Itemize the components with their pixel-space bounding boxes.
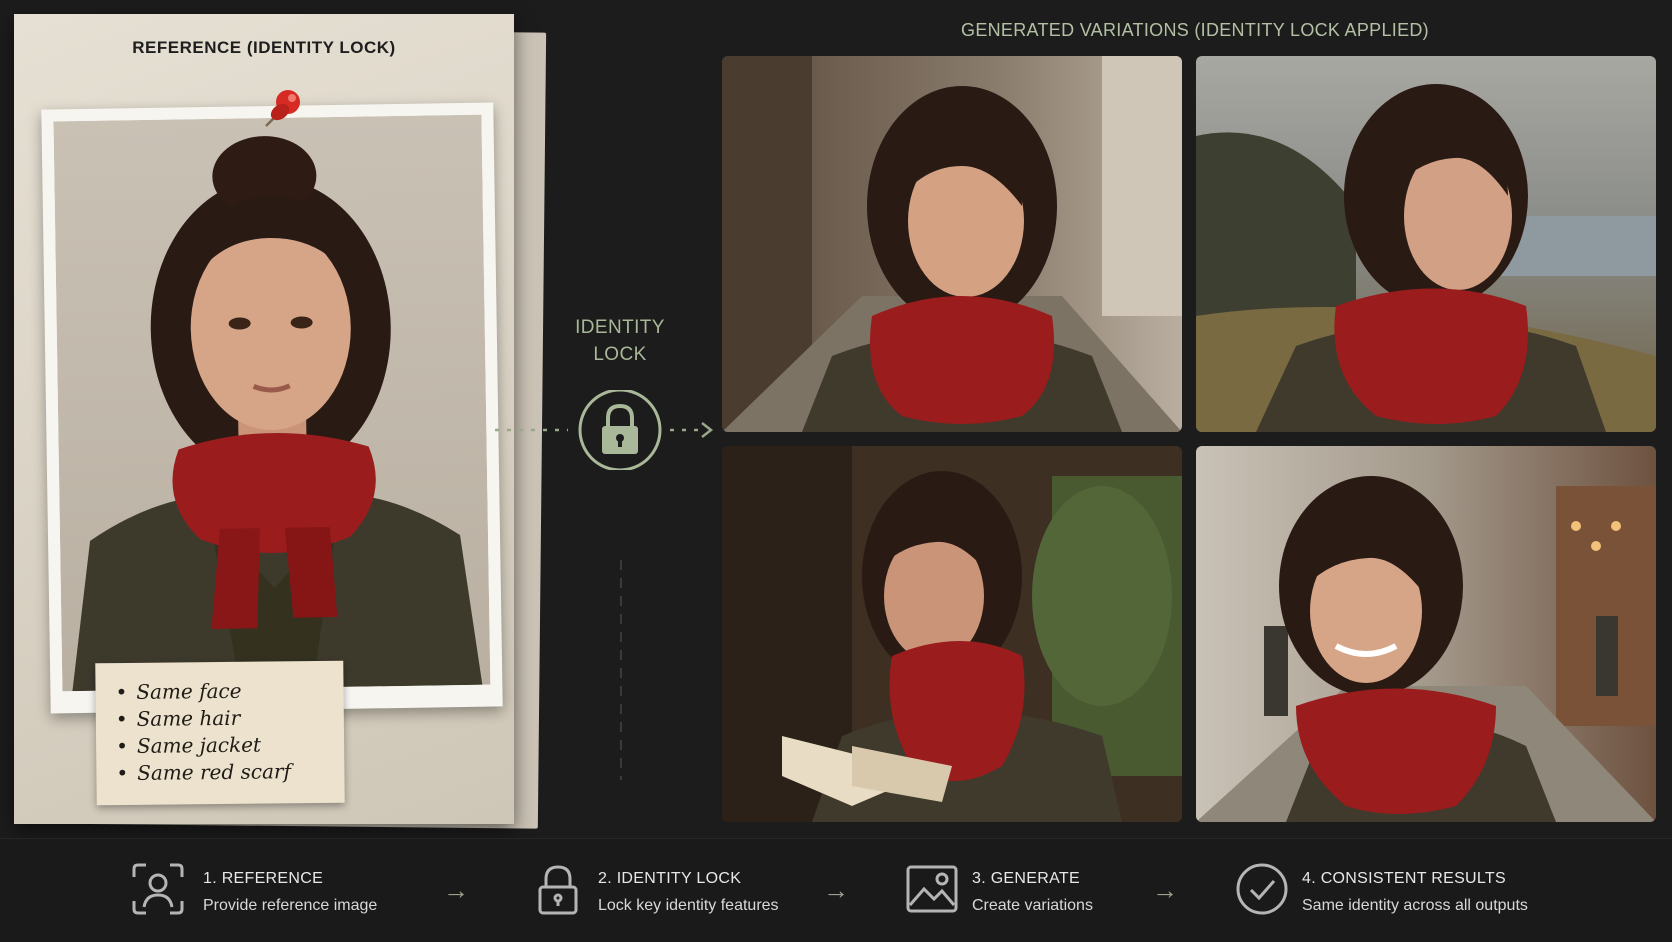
variations-title: GENERATED VARIATIONS (IDENTITY LOCK APPL…: [961, 20, 1429, 40]
workflow-steps-bar: 1. REFERENCE Provide reference image → 2…: [0, 838, 1672, 942]
face-scan-icon: [132, 863, 184, 915]
variation-image-smiling-street[interactable]: [1196, 446, 1656, 822]
identity-lock-connector: [495, 390, 714, 470]
step-title: 4. CONSISTENT RESULTS: [1302, 870, 1506, 887]
step-desc: Same identity across all outputs: [1302, 897, 1528, 914]
padlock-icon: [538, 865, 578, 915]
identity-lock-label: IDENTITY LOCK: [552, 314, 688, 368]
variation-photo: [1196, 56, 1656, 432]
note-item: Same red scarf: [116, 758, 344, 787]
step-consistent-results: 4. CONSISTENT RESULTS Same identity acro…: [1302, 869, 1528, 916]
variation-image-street-portrait[interactable]: [722, 56, 1182, 432]
check-circle-icon: [1236, 863, 1288, 915]
arrow-right-icon: →: [443, 875, 469, 905]
step-desc: Lock key identity features: [598, 897, 779, 914]
variation-photo: [1196, 446, 1656, 822]
step-title: 3. GENERATE: [972, 870, 1080, 887]
padlock-icon: [602, 403, 638, 454]
reference-title: REFERENCE (IDENTITY LOCK): [132, 38, 396, 57]
step-title: 1. REFERENCE: [203, 870, 324, 887]
arrow-right-icon: →: [823, 875, 849, 905]
step-generate: 3. GENERATE Create variations: [972, 869, 1093, 916]
variation-photo: [722, 446, 1182, 822]
variation-image-coastal-cliff[interactable]: [1196, 56, 1656, 432]
note-item: Same hair: [116, 704, 344, 733]
step-identity-lock: 2. IDENTITY LOCK Lock key identity featu…: [598, 869, 779, 916]
identity-lock-label-line2: LOCK: [593, 344, 647, 365]
note-item: Same jacket: [116, 731, 344, 760]
arrow-right-icon: →: [1152, 875, 1178, 905]
sticky-note: Same face Same hair Same jacket Same red…: [95, 660, 345, 806]
reference-photo: [53, 114, 491, 692]
guide-line: [620, 560, 622, 780]
note-item: Same face: [115, 677, 343, 706]
reference-photo-frame[interactable]: [41, 102, 503, 714]
push-pin-icon: [265, 90, 300, 127]
step-title: 2. IDENTITY LOCK: [598, 870, 742, 887]
image-icon: [906, 865, 958, 913]
identity-feature-list: Same face Same hair Same jacket Same red…: [95, 661, 344, 788]
main-area: REFERENCE (IDENTITY LOCK) • Same face • …: [0, 0, 1672, 838]
step-desc: Create variations: [972, 897, 1093, 914]
variation-photo: [722, 56, 1182, 432]
identity-lock-label-line1: IDENTITY: [575, 317, 665, 338]
step-desc: Provide reference image: [203, 897, 378, 914]
variation-image-reading-book[interactable]: [722, 446, 1182, 822]
step-reference: 1. REFERENCE Provide reference image: [203, 869, 377, 916]
